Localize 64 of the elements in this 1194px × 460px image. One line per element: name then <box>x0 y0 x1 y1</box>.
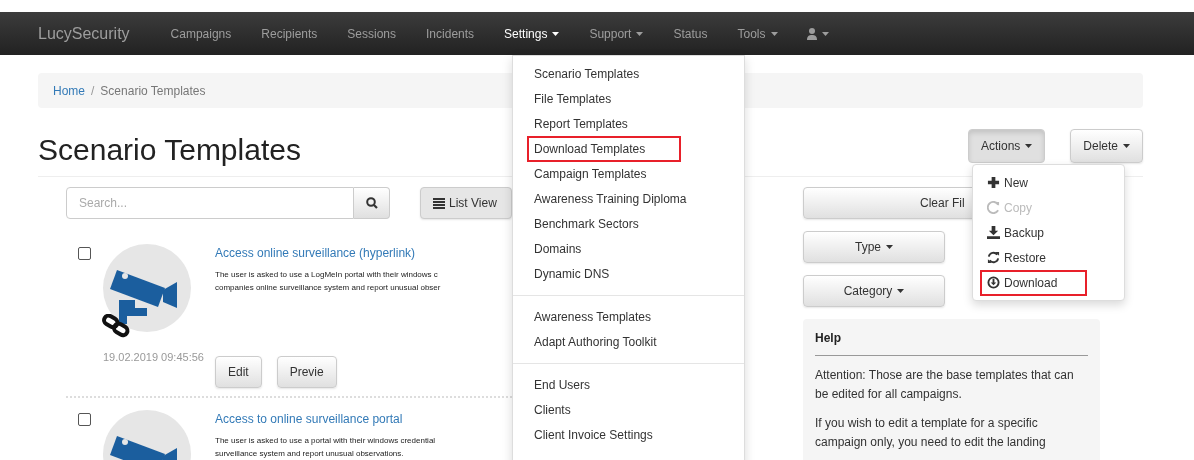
filter-dropdown-button[interactable]: Type <box>803 231 945 263</box>
refresh-icon <box>987 251 1000 264</box>
template-description: surveillance system and report unusual observations. <box>215 448 405 460</box>
caret-icon <box>897 289 905 293</box>
list-icon <box>433 197 445 209</box>
menu-item[interactable]: Awareness Templates <box>527 303 658 330</box>
template-date: 19.02.2019 09:45:56 <box>103 350 205 365</box>
nav-link[interactable]: Incidents <box>411 24 490 43</box>
menu-item[interactable]: Adapt Authoring Toolkit <box>527 328 664 355</box>
menu-item[interactable]: File Templates <box>527 85 619 112</box>
search-button[interactable] <box>354 187 390 219</box>
nav-link[interactable]: Tools <box>722 24 793 43</box>
list-view-button[interactable]: List View <box>420 187 512 219</box>
template-title-link[interactable]: Access online surveillance (hyperlink) <box>215 244 512 262</box>
menu-item[interactable]: End Users <box>527 371 598 398</box>
breadcrumb-link[interactable]: Home <box>53 81 85 100</box>
dropdown-button[interactable]: Delete <box>1070 129 1143 163</box>
menu-item[interactable]: Download Templates <box>527 135 681 162</box>
template-title-link[interactable]: Access to online surveillance portal <box>215 410 512 428</box>
nav-link[interactable]: Campaigns <box>155 24 247 43</box>
menu-item[interactable]: Dynamic DNS <box>527 260 617 287</box>
menu-item[interactable]: Clients <box>527 396 578 423</box>
download-icon <box>987 226 1000 239</box>
nav-link[interactable]: Support <box>574 24 659 43</box>
nav-link[interactable]: Sessions <box>332 24 412 43</box>
nav-link[interactable]: Settings <box>489 24 575 43</box>
circle-arrow-icon <box>987 276 1000 289</box>
menu-item[interactable]: Report Templates <box>527 110 635 137</box>
breadcrumb-current: Scenario Templates <box>100 82 206 100</box>
caret-icon <box>1123 144 1130 148</box>
menu-item[interactable]: Download <box>980 269 1087 296</box>
help-text: If you wish to edit a template for a specific campaign only, you need to edit the landing <box>815 415 1047 451</box>
help-title: Help <box>815 329 1088 356</box>
plus-icon <box>987 176 1000 189</box>
template-action-button[interactable]: Edit <box>215 356 262 388</box>
template-action-button[interactable]: Previe <box>276 356 337 388</box>
breadcrumb-separator: / <box>90 82 96 100</box>
search-field[interactable]: Search... <box>66 187 354 219</box>
template-description: The user is asked to use a portal with their windows credential <box>215 435 437 447</box>
menu-item[interactable]: Backup <box>980 219 1052 246</box>
caret-icon <box>1025 144 1033 148</box>
filter-dropdown-button[interactable]: Category <box>803 275 945 307</box>
camera-avatar-icon <box>103 244 191 332</box>
checkbox[interactable] <box>78 413 91 426</box>
page-title: Scenario Templates <box>38 131 301 168</box>
caret-icon <box>886 245 893 249</box>
nav-link[interactable]: Status <box>658 24 723 43</box>
menu-item[interactable]: Benchmark Sectors <box>527 210 646 237</box>
menu-item[interactable]: Scenario Templates <box>527 60 647 87</box>
brand-logo[interactable]: LucySecurity <box>38 21 130 46</box>
dropdown-button[interactable]: Actions <box>967 129 1046 163</box>
user-icon <box>806 27 817 40</box>
circular-arrow-icon <box>987 201 1000 214</box>
search-icon <box>365 197 378 209</box>
template-description: companies online surveillance system and report unusual obser <box>215 282 442 294</box>
menu-item[interactable]: Domains <box>527 235 589 262</box>
template-description: The user is asked to use a LogMeIn portal with their windows c <box>215 269 439 281</box>
nav-link[interactable]: Recipients <box>246 24 333 43</box>
help-text: Attention: Those are the base templates that can be edited for all campaigns. <box>815 367 1075 403</box>
menu-item[interactable]: Campaign Templates <box>527 160 654 187</box>
menu-item[interactable]: Awareness Training Diploma <box>527 185 694 212</box>
menu-item[interactable]: Client Invoice Settings <box>527 421 660 448</box>
menu-item[interactable]: Restore <box>980 244 1054 271</box>
checkbox[interactable] <box>78 247 91 260</box>
